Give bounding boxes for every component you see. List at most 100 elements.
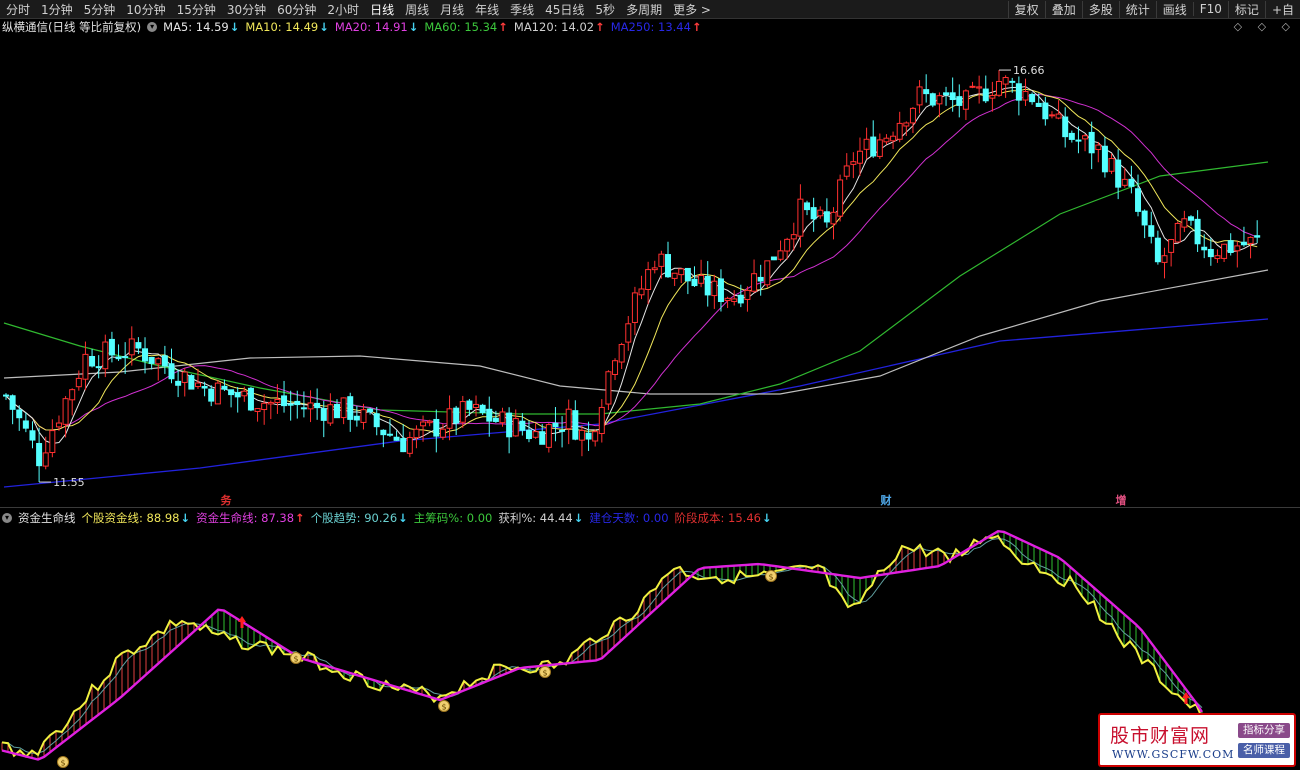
indicator-legend-item-3: 主筹码%: 0.00	[413, 511, 493, 525]
period-tab-12[interactable]: 季线	[504, 1, 539, 18]
period-tab-5[interactable]: 30分钟	[221, 1, 271, 18]
low-price-label: 11.55	[53, 476, 85, 489]
candle	[49, 419, 56, 458]
candle	[631, 286, 638, 335]
candle	[29, 421, 36, 449]
ma-legend-5: MA250: 13.44↑	[610, 20, 702, 34]
watermark-title: 股市财富网	[1110, 725, 1211, 747]
period-tab-8[interactable]: 日线	[364, 1, 399, 18]
candle	[1048, 111, 1055, 119]
candle	[883, 134, 890, 145]
candle	[678, 268, 685, 284]
toolbar-button-0[interactable]: 复权	[1007, 0, 1045, 18]
candle	[161, 345, 168, 374]
period-tab-10[interactable]: 月线	[434, 1, 469, 18]
candle	[1161, 247, 1168, 279]
candle	[340, 397, 347, 425]
candle	[777, 240, 784, 262]
candle	[347, 392, 354, 432]
period-tab-16[interactable]: 更多 >	[667, 1, 716, 18]
candle	[155, 357, 162, 381]
event-marker-2[interactable]: 增	[1116, 493, 1127, 506]
legend-toggle-icon[interactable]: ▾	[147, 22, 158, 32]
toolbar-button-6[interactable]: 标记	[1227, 0, 1265, 18]
period-tab-1[interactable]: 1分钟	[35, 1, 78, 18]
candle	[572, 400, 579, 441]
candle	[578, 425, 585, 457]
candle	[9, 394, 16, 425]
candle	[380, 429, 387, 448]
candle	[287, 390, 294, 421]
candle	[863, 127, 870, 160]
candle	[1214, 249, 1221, 263]
indicator-legend-item-arrow-6: ↓	[761, 511, 772, 525]
svg-text:$: $	[293, 655, 298, 664]
candle	[1022, 78, 1029, 106]
candle	[1221, 243, 1228, 263]
candle	[506, 407, 513, 454]
money-bag-icon: $	[290, 652, 302, 664]
indicator-legend-item-4: 获利%: 44.44↓	[498, 511, 584, 525]
candle	[208, 385, 215, 407]
period-tab-3[interactable]: 10分钟	[120, 1, 170, 18]
indicator-toggle-icon[interactable]: ▾	[2, 513, 12, 523]
candle	[1240, 226, 1247, 247]
candlestick-chart[interactable]: 16.66 11.55 务 财 增	[0, 36, 1300, 506]
period-tab-11[interactable]: 年线	[469, 1, 504, 18]
candle	[3, 393, 9, 400]
candle	[956, 84, 963, 118]
period-tab-6[interactable]: 60分钟	[271, 1, 321, 18]
candle	[1174, 221, 1181, 243]
period-tab-15[interactable]: 多周期	[620, 1, 667, 18]
indicator-legend-item-6: 阶段成本: 15.46↓	[674, 511, 772, 525]
event-marker-1[interactable]: 财	[880, 493, 892, 506]
period-tab-4[interactable]: 15分钟	[171, 1, 221, 18]
stock-title[interactable]: 纵横通信(日线 等比前复权)	[2, 19, 141, 35]
candle	[1254, 220, 1261, 244]
indicator-title[interactable]: 资金生命线	[18, 510, 76, 526]
toolbar-button-2[interactable]: 多股	[1081, 0, 1119, 18]
panel-divider	[0, 507, 1300, 508]
candle	[658, 250, 665, 279]
candle	[969, 81, 976, 89]
toolbar-button-3[interactable]: 统计	[1118, 0, 1156, 18]
candle	[327, 393, 334, 426]
toolbar-button-7[interactable]: +自	[1264, 0, 1300, 18]
candle	[1181, 210, 1188, 233]
candle	[651, 260, 658, 274]
toolbar-button-5[interactable]: F10	[1192, 2, 1228, 16]
period-tab-7[interactable]: 2小时	[321, 1, 364, 18]
buy-arrow-icon	[238, 616, 246, 628]
candle	[545, 423, 552, 453]
candle	[698, 259, 705, 288]
candle	[764, 260, 771, 288]
period-tab-13[interactable]: 45日线	[539, 1, 589, 18]
period-tab-14[interactable]: 5秒	[589, 1, 620, 18]
candle	[744, 286, 751, 312]
toolbar-button-1[interactable]: 叠加	[1044, 0, 1082, 18]
indicator-legend-item-arrow-0: ↓	[180, 511, 191, 525]
chart-corner-icons[interactable]: ◇ ◇ ◇	[1234, 20, 1296, 33]
candle	[1088, 121, 1095, 170]
period-tab-2[interactable]: 5分钟	[78, 1, 121, 18]
site-watermark: 股市财富网 WWW.GSCFW.COM 指标分享 名师课程	[1098, 713, 1296, 767]
candle	[175, 369, 182, 398]
candle	[996, 70, 1002, 97]
candle	[817, 206, 824, 219]
candle	[1108, 153, 1115, 174]
period-tab-0[interactable]: 分时	[0, 1, 35, 18]
period-tab-9[interactable]: 周线	[399, 1, 434, 18]
candle	[89, 348, 96, 368]
ma-legend-1: MA10: 14.49↓	[245, 20, 329, 34]
event-marker-0[interactable]: 务	[221, 493, 233, 506]
toolbar-button-4[interactable]: 画线	[1155, 0, 1193, 18]
candle	[486, 396, 493, 437]
candle	[148, 356, 155, 370]
candle	[1154, 230, 1161, 265]
candle	[446, 395, 453, 441]
period-toolbar: 分时 1分钟 5分钟 10分钟 15分钟 30分钟 60分钟 2小时 日线 周线 月线 年线 季线 45日…	[0, 0, 1300, 19]
candle	[69, 388, 76, 416]
candle	[684, 267, 691, 295]
candle	[810, 197, 817, 232]
candle	[168, 348, 175, 384]
